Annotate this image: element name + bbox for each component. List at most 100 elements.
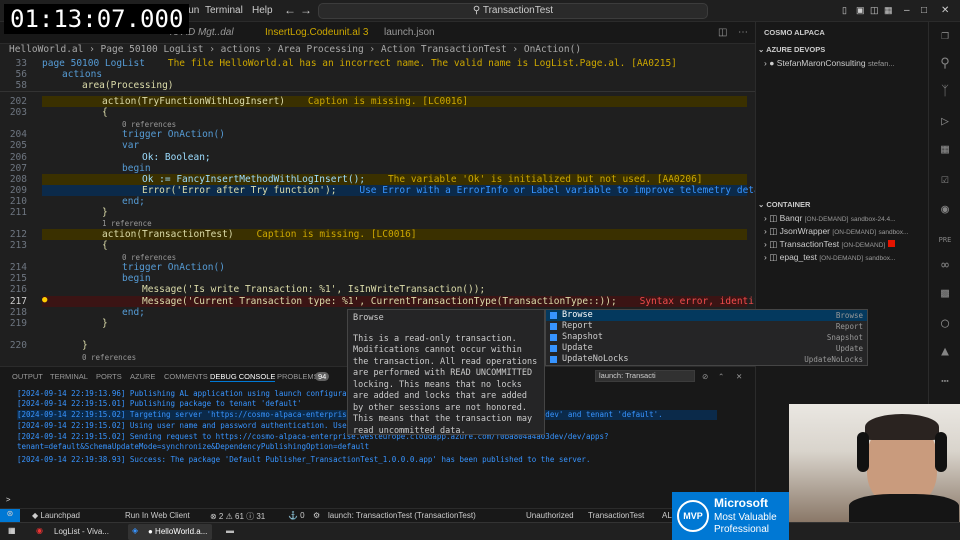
more-actions-icon[interactable]: ⋯	[738, 27, 748, 38]
breadcrumb-action[interactable]: Action TransactionTest	[381, 44, 507, 55]
suggestion-item[interactable]: Snapshot Snapshot	[546, 332, 867, 343]
code-text: Message('Is write Transaction: %1', IsIn…	[142, 284, 486, 295]
layout-icon[interactable]: ▯	[842, 5, 847, 16]
lightbulb-icon[interactable]: ●	[42, 295, 47, 305]
minimize-icon[interactable]: –	[904, 5, 910, 16]
tab-debug-console[interactable]: DEBUG CONSOLE	[210, 372, 276, 382]
taskbar-item[interactable]: ● HelloWorld.a...	[148, 527, 207, 536]
code-text: }	[102, 207, 108, 218]
ports-status[interactable]: ⚓ 0	[288, 511, 305, 520]
launch-config-select[interactable]: launch: Transacti	[595, 370, 695, 382]
suggestion-detail: Report	[835, 322, 863, 331]
line-number: 214	[9, 262, 27, 273]
tab-launch-json[interactable]: launch.json	[384, 27, 435, 38]
suggestion-item[interactable]: Report Report	[546, 321, 867, 332]
section-label: CONTAINER	[766, 200, 811, 209]
mvp-line: Professional	[714, 524, 770, 535]
breadcrumb-page[interactable]: Page 50100 LogList	[101, 44, 204, 55]
collapse-panel-icon[interactable]: ⌃	[718, 372, 724, 381]
menu-terminal[interactable]: Terminal	[205, 5, 243, 16]
container-icon: ◫	[769, 252, 778, 262]
windows-icon[interactable]: ▦	[8, 526, 16, 535]
auth-status[interactable]: Unauthorized	[526, 511, 574, 520]
container-status: [ON-DEMAND]	[832, 229, 877, 236]
close-panel-icon[interactable]: ✕	[736, 372, 742, 381]
infinity-icon[interactable]: ∞	[937, 258, 953, 274]
tab-output[interactable]: OUTPUT	[12, 372, 43, 381]
line-number: 219	[9, 318, 27, 329]
sidebar-toggle-icon[interactable]: ◫	[870, 5, 879, 16]
app-icon[interactable]: ▬	[226, 526, 234, 535]
maximize-icon[interactable]: □	[921, 5, 927, 16]
extensions-icon[interactable]: ▦	[937, 142, 953, 158]
testing-icon[interactable]: ☑	[937, 172, 953, 188]
azure-icon[interactable]: ▲	[937, 344, 953, 360]
problems-status[interactable]: ⊗ 2 ⚠ 61 ⓘ 31	[210, 511, 265, 522]
container-detail: sandbox...	[865, 255, 896, 262]
vscode-icon[interactable]: ◈	[132, 526, 138, 535]
language-status[interactable]: AL	[662, 511, 672, 520]
launchpad-button[interactable]: ◆ Launchpad	[32, 511, 80, 520]
command-center[interactable]: ⚲ TransactionTest	[318, 3, 708, 19]
container-item[interactable]: › ◫ Banqr [ON-DEMAND] sandbox-24.4...	[764, 213, 896, 224]
console-prompt[interactable]: >	[6, 495, 11, 505]
code-text: action(TryFunctionWithLogInsert)	[102, 96, 286, 107]
tab-problems[interactable]: PROBLEMS	[277, 372, 319, 381]
back-arrow-icon[interactable]: ←	[284, 3, 296, 17]
breadcrumb-trigger[interactable]: OnAction()	[524, 44, 581, 55]
hover-body: This is a read-only transaction. Modific…	[353, 333, 538, 436]
source-control-icon[interactable]: ᛉ	[937, 84, 953, 100]
suggestion-item[interactable]: Update Update	[546, 343, 867, 354]
container-item[interactable]: › ◫ TransactionTest [ON-DEMAND]	[764, 239, 895, 250]
line-number: 215	[9, 273, 27, 284]
debug-icon[interactable]: ⚙	[313, 511, 320, 520]
run-debug-icon[interactable]: ▷	[937, 114, 953, 130]
code-line: Ok := FancyInsertMethodWithLogInsert(); …	[142, 174, 703, 185]
remote-icon[interactable]: ⊛	[0, 509, 20, 522]
github-icon[interactable]: ◯	[937, 316, 953, 332]
pre-icon[interactable]: PRE	[937, 232, 953, 248]
project-status[interactable]: TransactionTest	[588, 511, 644, 520]
azure-devops-section[interactable]: ⌄ AZURE DEVOPS	[758, 45, 825, 54]
diagnostic: The file HelloWorld.al has an incorrect …	[167, 58, 677, 69]
container-section[interactable]: ⌄ CONTAINER	[758, 200, 810, 209]
container-item[interactable]: › ◫ JsonWrapper [ON-DEMAND] sandbox...	[764, 226, 908, 237]
containers-icon[interactable]: ▩	[937, 286, 953, 302]
mvp-line: Most Valuable	[714, 512, 777, 523]
close-icon[interactable]: ✕	[941, 5, 949, 16]
customize-layout-icon[interactable]: ▦	[884, 5, 893, 16]
search-icon[interactable]: ⚲	[937, 56, 953, 72]
suggestion-item[interactable]: UpdateNoLocks UpdateNoLocks	[546, 354, 867, 365]
vivaldi-icon[interactable]: ◉	[36, 526, 43, 535]
clear-output-icon[interactable]: ⊘	[702, 372, 708, 381]
breadcrumb-actions[interactable]: actions	[221, 44, 261, 55]
suggestion-widget[interactable]: Browse Browse Report Report Snapshot Sna…	[545, 309, 868, 366]
run-web-client-button[interactable]: Run In Web Client	[125, 511, 190, 520]
tab-insertlog[interactable]: InsertLog.Codeunit.al 3	[265, 27, 368, 38]
al-explorer-icon[interactable]: ◉	[937, 202, 953, 218]
panel-toggle-icon[interactable]: ▣	[856, 5, 865, 16]
launch-config-status[interactable]: launch: TransactionTest (TransactionTest…	[328, 511, 476, 520]
container-name: TransactionTest	[779, 239, 840, 249]
taskbar-item[interactable]: LogList - Viva...	[54, 527, 109, 536]
more-icon[interactable]: ⋯	[937, 374, 953, 390]
split-editor-icon[interactable]: ◫	[718, 27, 727, 38]
breadcrumb-area[interactable]: Area Processing	[278, 44, 364, 55]
diagnostic: Use Error with a ErrorInfo or Label vari…	[359, 185, 755, 196]
code-text: {	[102, 240, 108, 251]
tab-azure[interactable]: AZURE	[130, 372, 155, 381]
container-item[interactable]: › ◫ epag_test [ON-DEMAND] sandbox...	[764, 252, 895, 263]
stop-icon[interactable]	[887, 240, 895, 247]
tab-ports[interactable]: PORTS	[96, 372, 122, 381]
breadcrumb-file[interactable]: HelloWorld.al	[9, 44, 83, 55]
tab-terminal[interactable]: TERMINAL	[50, 372, 88, 381]
tab-comments[interactable]: COMMENTS	[164, 372, 208, 381]
forward-arrow-icon[interactable]: →	[300, 3, 312, 17]
menu-help[interactable]: Help	[252, 5, 273, 16]
azure-org-item[interactable]: › ● StefanMaronConsulting stefan...	[764, 58, 895, 68]
codelens-references[interactable]: 0 references	[82, 352, 136, 363]
code-line: action(TryFunctionWithLogInsert) Caption…	[102, 96, 468, 107]
explorer-icon[interactable]: ❐	[937, 28, 953, 44]
codelens-references[interactable]: 1 reference	[102, 218, 152, 229]
suggestion-item[interactable]: Browse Browse	[546, 310, 867, 321]
